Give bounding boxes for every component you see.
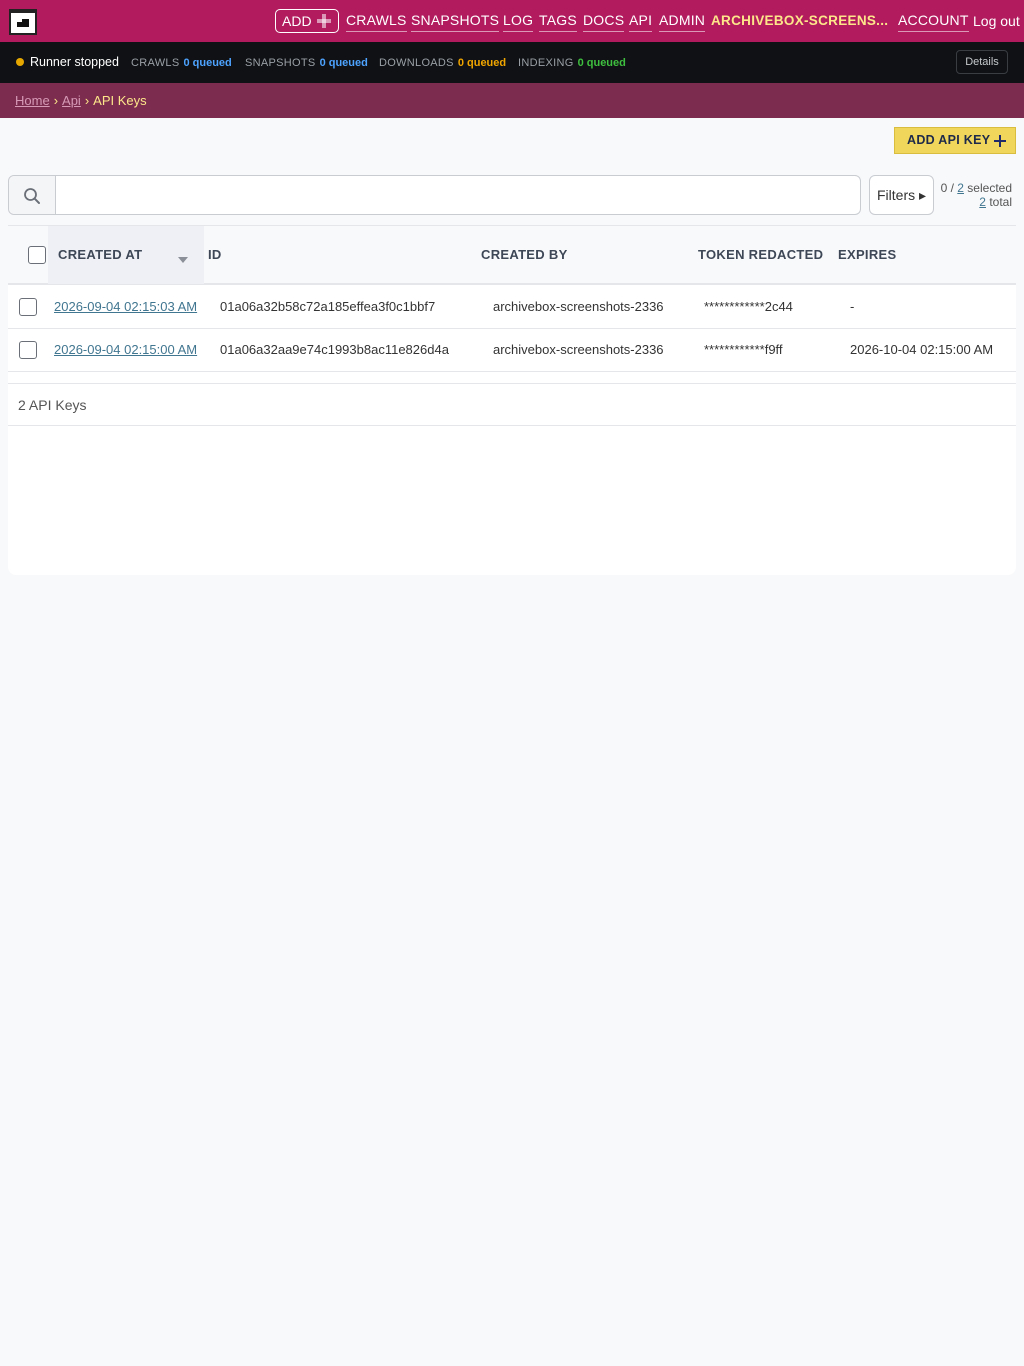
breadcrumb-separator: › [84,93,90,108]
nav-link-log[interactable]: LOG [503,12,534,32]
queue-indexing: INDEXING 0 queued [518,57,626,69]
result-count-label: 2 API Keys [18,397,87,413]
add-api-key-label: ADD API KEY [907,133,991,147]
breadcrumb-separator: › [53,93,59,108]
header-created-at[interactable]: CREATED AT [58,248,142,262]
selected-link[interactable]: 2 [957,181,964,195]
cell-created-at: 2026-09-04 02:15:03 AM [54,299,197,314]
queue-snapshots-value: 0 queued [319,57,368,69]
cell-token: ************2c44 [704,299,793,314]
search-icon[interactable] [9,176,56,214]
nav-link-account[interactable]: ACCOUNT [898,12,969,32]
total-link[interactable]: 2 [979,195,986,209]
header-token-redacted[interactable]: TOKEN REDACTED [698,248,823,262]
plus-icon [994,135,1006,147]
row-checkbox[interactable] [19,341,37,359]
details-button[interactable]: Details [956,50,1008,74]
plus-icon [317,14,331,28]
breadcrumb: Home › Api › API Keys [15,93,147,108]
search-box [8,175,861,215]
total-suffix: total [985,195,1012,209]
nav-link-tags[interactable]: TAGS [539,12,577,32]
nav-link-docs[interactable]: DOCS [583,12,625,32]
archivebox-logo-icon[interactable] [9,9,37,35]
queue-crawls: CRAWLS 0 queued [131,57,232,69]
user-link[interactable]: ARCHIVEBOX-SCREENS... [711,13,889,29]
queue-indexing-value: 0 queued [577,57,626,69]
queue-crawls-value: 0 queued [183,57,232,69]
created-at-link[interactable]: 2026-09-04 02:15:00 AM [54,342,197,357]
breadcrumb-bar [0,83,1024,118]
cell-token: ************f9ff [704,342,783,357]
queue-downloads-label: DOWNLOADS [379,57,454,69]
selected-prefix: 0 / [940,181,958,195]
created-at-link[interactable]: 2026-09-04 02:15:03 AM [54,299,197,314]
nav-link-snapshots[interactable]: SNAPSHOTS [411,12,500,32]
selection-count: 0 / 2 selected 2 total [938,181,1012,209]
select-all-checkbox[interactable] [28,246,46,264]
status-dot-icon [16,58,24,66]
cell-created-at: 2026-09-04 02:15:00 AM [54,342,197,357]
filters-button[interactable]: Filters ▸ [869,175,934,215]
nav-link-api[interactable]: API [629,12,653,32]
search-input[interactable] [57,176,857,214]
add-button-label: ADD [282,13,312,29]
queue-snapshots: SNAPSHOTS 0 queued [245,57,368,69]
cell-expires: - [850,299,855,314]
queue-snapshots-label: SNAPSHOTS [245,57,316,69]
nav-link-admin[interactable]: ADMIN [659,12,706,32]
header-created-by[interactable]: CREATED BY [481,248,568,262]
cell-created-by: archivebox-screenshots-2336 [493,342,664,357]
selected-suffix: selected [963,181,1012,195]
breadcrumb-api[interactable]: Api [62,93,81,108]
cell-id: 01a06a32b58c72a185effea3f0c1bbf7 [220,299,436,314]
row-checkbox[interactable] [19,298,37,316]
header-id[interactable]: ID [208,248,222,262]
queue-downloads-value: 0 queued [457,57,507,69]
queue-indexing-label: INDEXING [518,57,574,69]
total-line: 2 total [938,195,1012,209]
breadcrumb-current: API Keys [93,93,147,108]
add-button[interactable]: ADD [275,9,339,33]
runner-status: Runner stopped [30,55,119,69]
logout-link[interactable]: Log out [973,13,1020,29]
result-count: 2 API Keys [8,383,1016,426]
cell-expires: 2026-10-04 02:15:00 AM [850,342,994,357]
selected-line: 0 / 2 selected [938,181,1012,195]
header-expires[interactable]: EXPIRES [838,248,896,262]
queue-crawls-label: CRAWLS [131,57,180,69]
nav-link-crawls[interactable]: CRAWLS [346,12,407,32]
sort-desc-icon[interactable] [178,257,188,263]
cell-id: 01a06a32aa9e74c1993b8ac11e826d4a [220,342,449,357]
cell-created-by: archivebox-screenshots-2336 [493,299,664,314]
breadcrumb-home[interactable]: Home [15,93,50,108]
add-api-key-button[interactable]: ADD API KEY [894,127,1016,154]
queue-downloads: DOWNLOADS 0 queued [379,57,506,69]
